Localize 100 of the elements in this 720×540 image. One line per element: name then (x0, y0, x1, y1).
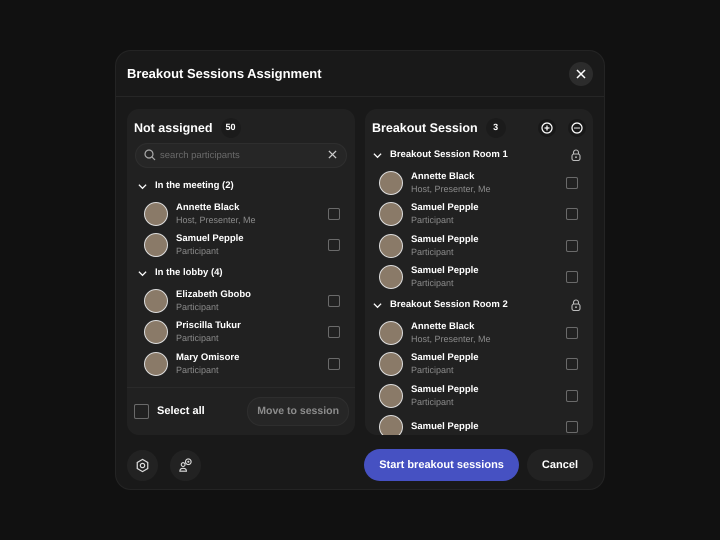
checkbox[interactable] (566, 421, 578, 434)
participant-name: Samuel Pepple (411, 202, 480, 214)
panel-title: Not assigned (134, 120, 212, 137)
avatar-circle (144, 288, 168, 313)
participant-name: Annette Black (411, 320, 476, 333)
group-header[interactable]: In the lobby (4) (127, 261, 355, 285)
participant-role: Participant (411, 246, 455, 258)
search-field[interactable]: search participants (135, 143, 347, 168)
participant-role: Participant (176, 364, 220, 376)
chevron-icon (138, 268, 147, 278)
search-icon (144, 148, 156, 160)
participant-role: Participant (411, 277, 455, 290)
clear-icon[interactable] (328, 150, 337, 159)
participant-role: Host, Presenter, Me (176, 214, 257, 226)
group-label: Breakout Session Room 2 (390, 298, 509, 312)
participant-name: Samuel Pepple (411, 234, 480, 246)
checkbox[interactable] (328, 294, 340, 307)
more-button[interactable] (568, 119, 586, 137)
checkbox[interactable] (328, 326, 340, 338)
checkbox[interactable] (566, 358, 578, 370)
assign-button[interactable] (170, 450, 201, 480)
participant-role: Participant (176, 245, 220, 258)
avatar-circle (379, 415, 403, 435)
select-all-label: Select all (157, 404, 205, 420)
select-all-checkbox[interactable] (134, 404, 149, 419)
start-breakout-sessions-button[interactable]: Start breakout sessions (364, 449, 519, 481)
participant-row[interactable]: Samuel Pepple Participant (365, 198, 593, 230)
participant-role: Participant (411, 364, 455, 376)
more-icon (571, 122, 583, 134)
participant-row[interactable]: Samuel Pepple Participant (365, 230, 593, 262)
avatar-circle (379, 384, 403, 408)
group-label: In the lobby (4) (155, 266, 224, 280)
participant-name: Mary Omisore (176, 352, 240, 364)
add-button[interactable] (538, 119, 556, 137)
count-badge: 3 (486, 118, 506, 138)
settings-button[interactable] (127, 450, 158, 480)
participant-name: Annette Black (176, 202, 240, 214)
checkbox[interactable] (328, 239, 340, 252)
close-icon (576, 68, 586, 78)
lock-icon[interactable] (571, 299, 581, 311)
participant-role: Host, Presenter, Me (411, 182, 492, 195)
group-label: In the meeting (2) (155, 178, 235, 193)
participant-role: Host, Presenter, Me (411, 332, 492, 345)
participant-role: Participant (411, 396, 455, 408)
avatar-circle (144, 352, 168, 376)
participant-row[interactable]: Samuel Pepple Participant (127, 230, 355, 261)
lock-icon[interactable] (571, 149, 581, 161)
checkbox[interactable] (328, 358, 340, 370)
chevron-icon (373, 300, 382, 310)
participant-row[interactable]: Samuel Pepple Participant (365, 380, 593, 412)
chevron-icon (138, 182, 147, 190)
avatar-circle (379, 265, 403, 290)
avatar-circle (144, 202, 168, 226)
group-header[interactable]: Breakout Session Room 2 (365, 293, 593, 317)
participant-row[interactable]: Annette Black Host, Presenter, Me (365, 167, 593, 198)
avatar-circle (144, 320, 168, 344)
participant-row[interactable]: Mary Omisore Participant (127, 348, 355, 380)
checkbox[interactable] (566, 271, 578, 284)
avatar-circle (379, 170, 403, 195)
checkbox[interactable] (566, 240, 578, 252)
checkbox[interactable] (566, 390, 578, 402)
people-icon (178, 458, 193, 472)
dialog-title: Breakout Sessions Assignment (127, 64, 322, 83)
checkbox[interactable] (566, 326, 578, 339)
avatar-circle (379, 234, 403, 258)
participant-role: Participant (176, 300, 220, 313)
participant-row[interactable]: Priscilla Tukur Participant (127, 316, 355, 348)
checkbox[interactable] (566, 208, 578, 220)
checkbox[interactable] (328, 208, 340, 220)
participant-role: Participant (411, 214, 455, 226)
participant-row[interactable]: Annette Black Host, Presenter, Me (127, 198, 355, 230)
avatar-circle (379, 352, 403, 376)
checkbox[interactable] (566, 176, 578, 189)
group-header[interactable]: In the meeting (2) (127, 174, 355, 198)
participant-name: Samuel Pepple (411, 265, 480, 278)
participant-name: Samuel Pepple (176, 233, 245, 246)
avatar-circle (144, 233, 168, 258)
participant-row[interactable]: Samuel Pepple (365, 412, 593, 435)
chevron-icon (373, 150, 382, 160)
participant-row[interactable]: Elizabeth Gbobo Participant (127, 285, 355, 316)
participant-name: Samuel Pepple (411, 421, 480, 434)
participant-name: Annette Black (411, 170, 476, 183)
participant-name: Elizabeth Gbobo (176, 288, 252, 301)
participant-row[interactable]: Samuel Pepple Participant (365, 262, 593, 293)
close-button[interactable] (569, 62, 593, 86)
add-icon (541, 122, 553, 134)
avatar-circle (379, 320, 403, 345)
participant-name: Priscilla Tukur (176, 320, 242, 332)
group-header[interactable]: Breakout Session Room 1 (365, 143, 593, 167)
participant-row[interactable]: Samuel Pepple Participant (365, 348, 593, 380)
participant-row[interactable]: Annette Black Host, Presenter, Me (365, 317, 593, 348)
count-badge: 50 (220, 118, 240, 138)
panel-title: Breakout Session (372, 120, 478, 137)
avatar-circle (379, 202, 403, 226)
settings-icon (135, 458, 150, 472)
group-label: Breakout Session Room 1 (390, 148, 509, 162)
participant-name: Samuel Pepple (411, 384, 480, 396)
cancel-button[interactable]: Cancel (526, 449, 593, 481)
participant-name: Samuel Pepple (411, 352, 480, 364)
participant-role: Participant (176, 332, 220, 344)
